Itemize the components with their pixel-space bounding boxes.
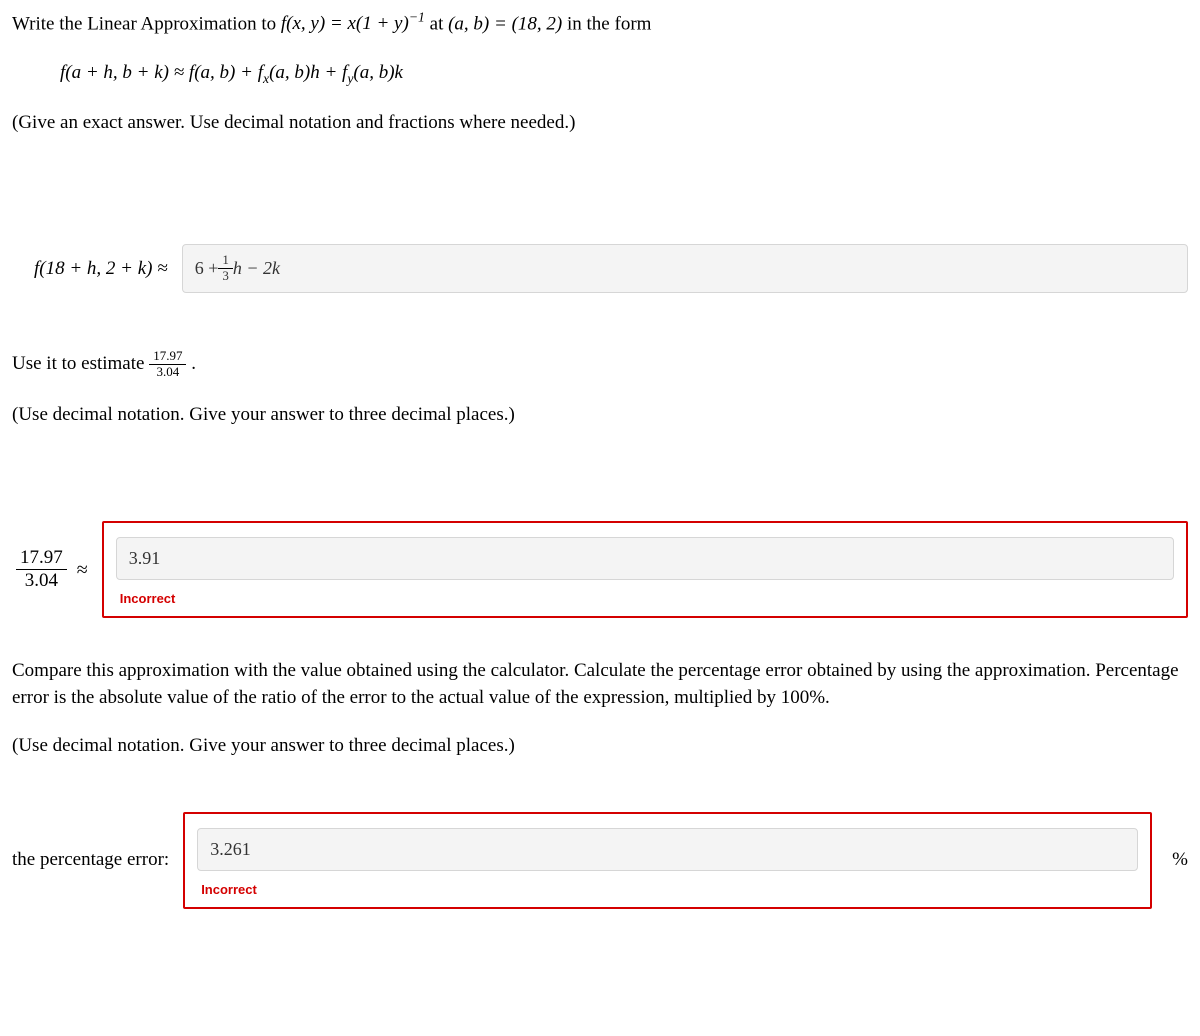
q1-ans-fraction: 1 3 — [218, 253, 233, 284]
q1-inform: in the form — [567, 13, 651, 34]
q2-lhs-fraction: 17.97 3.04 — [16, 547, 67, 592]
q3-answer-input[interactable]: 3.261 — [197, 828, 1138, 871]
q1-formula: f(a + h, b + k) ≈ f(a, b) + fx(a, b)h + … — [12, 60, 1188, 88]
q3-para: Compare this approximation with the valu… — [12, 658, 1188, 711]
approx-symbol: ≈ — [77, 556, 88, 584]
q3-incorrect-frame: 3.261 Incorrect — [183, 812, 1152, 909]
q2-instructions: (Use decimal notation. Give your answer … — [12, 402, 1188, 429]
q3-answer-row: the percentage error: 3.261 Incorrect % — [12, 812, 1188, 909]
q3-instructions: (Use decimal notation. Give your answer … — [12, 733, 1188, 760]
q1-at: at — [430, 13, 448, 34]
q2-pre: Use it to estimate — [12, 353, 149, 374]
q1-answer-input[interactable]: 6 + 1 3 h − 2k — [182, 244, 1188, 293]
q1-prompt: Write the Linear Approximation to f(x, y… — [12, 8, 1188, 38]
q3-feedback: Incorrect — [201, 881, 1138, 899]
q2-incorrect-frame: 3.91 Incorrect — [102, 521, 1188, 618]
percent-symbol: % — [1166, 847, 1188, 874]
q1-lhs: f(18 + h, 2 + k) ≈ — [12, 256, 168, 283]
q1-answer-row: f(18 + h, 2 + k) ≈ 6 + 1 3 h − 2k — [12, 244, 1188, 293]
q1-ans-pre: 6 + — [195, 256, 219, 281]
q2-answer-row: 17.97 3.04 ≈ 3.91 Incorrect — [12, 521, 1188, 618]
q2-prompt: Use it to estimate 17.97 3.04 . — [12, 349, 1188, 380]
q2-target-fraction: 17.97 3.04 — [149, 349, 186, 380]
q1-text-pre: Write the Linear Approximation to — [12, 13, 281, 34]
q3-label: the percentage error: — [12, 847, 169, 874]
q1-point: (a, b) = (18, 2) — [448, 13, 562, 34]
q1-ans-post: h − 2k — [233, 256, 280, 281]
q2-feedback: Incorrect — [120, 590, 1174, 608]
q2-answer-input[interactable]: 3.91 — [116, 537, 1174, 580]
q2-period: . — [191, 353, 196, 374]
q1-instructions: (Give an exact answer. Use decimal notat… — [12, 110, 1188, 137]
q1-func: f(x, y) = x(1 + y)−1 — [281, 13, 430, 34]
